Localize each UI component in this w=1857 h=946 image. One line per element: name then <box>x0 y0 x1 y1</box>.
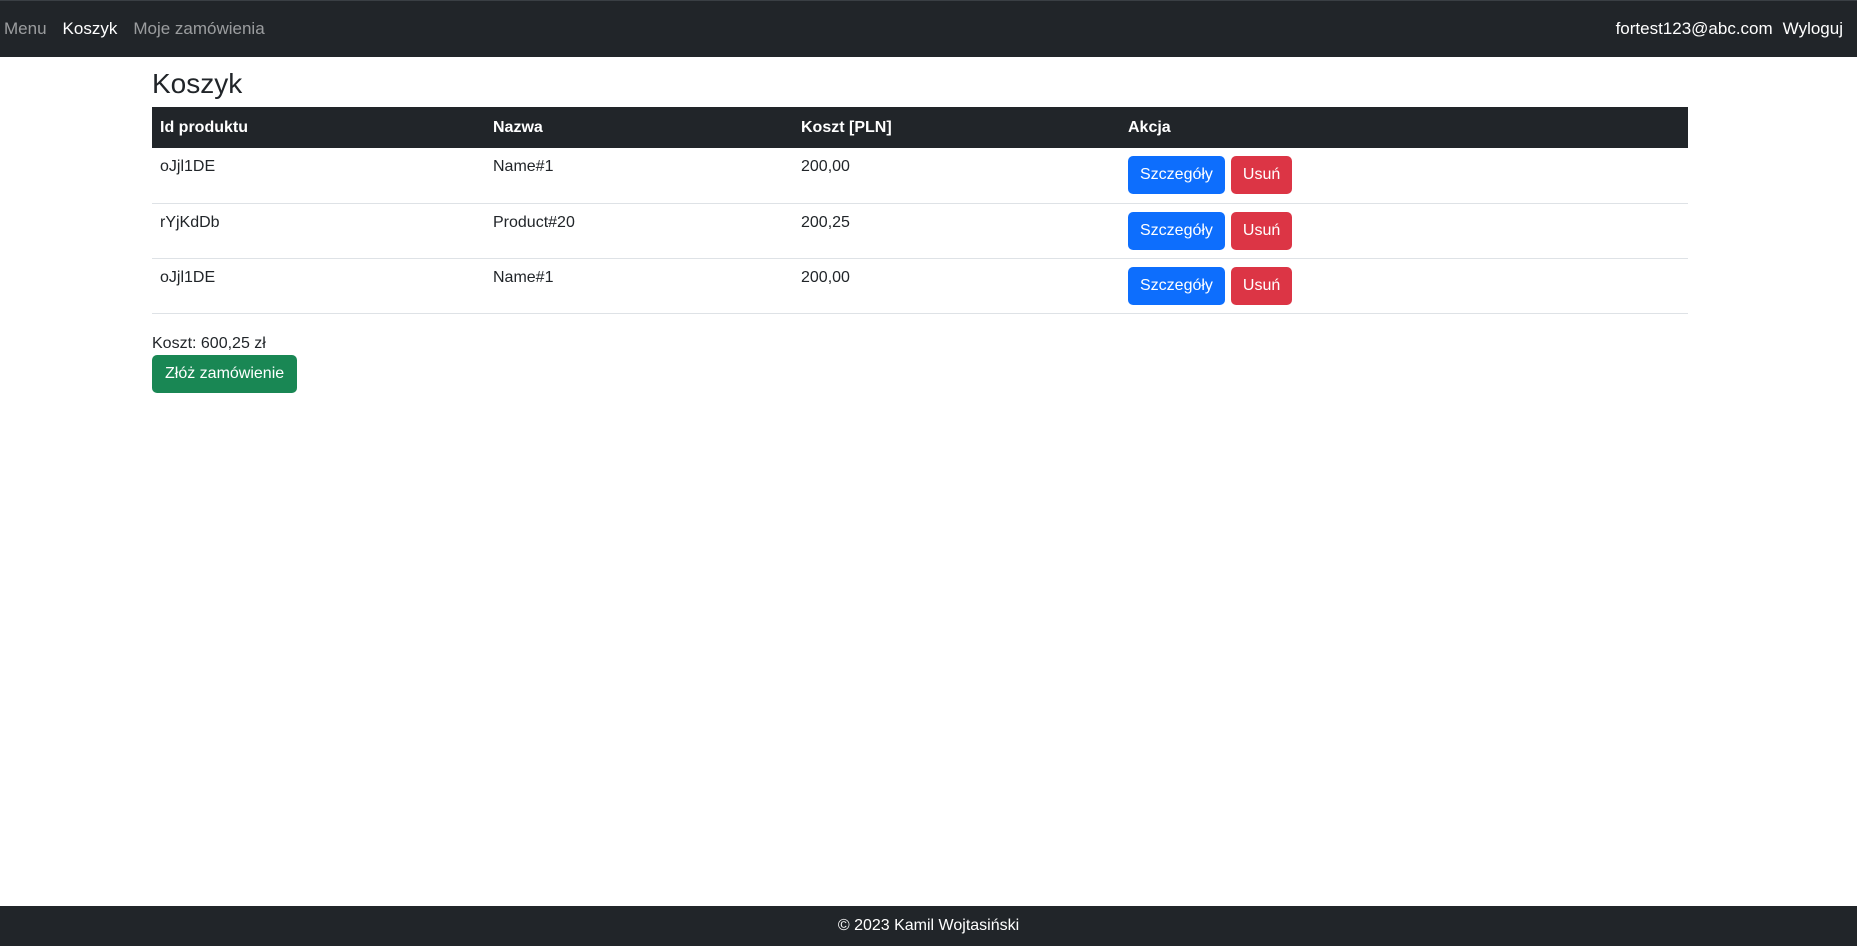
nav-user-area: fortest123@abc.com Wyloguj <box>1616 19 1857 39</box>
table-row: oJjl1DE Name#1 200,00 Szczegóły Usuń <box>152 148 1688 204</box>
top-navbar: Menu Koszyk Moje zamówienia fortest123@a… <box>0 0 1857 57</box>
details-button[interactable]: Szczegóły <box>1128 266 1225 305</box>
cart-table-body: oJjl1DE Name#1 200,00 Szczegóły Usuń rYjK… <box>152 148 1688 314</box>
nav-links: Menu Koszyk Moje zamówienia <box>0 19 281 39</box>
cell-name: Product#20 <box>485 203 793 259</box>
header-id: Id produktu <box>152 107 485 148</box>
cell-id: oJjl1DE <box>152 148 485 204</box>
cell-id: oJjl1DE <box>152 258 485 314</box>
footer-copyright: © 2023 Kamil Wojtasiński <box>837 917 1020 934</box>
cart-total: Koszt: 600,25 zł <box>152 334 266 352</box>
user-email: fortest123@abc.com <box>1615 19 1773 38</box>
table-row: rYjKdDb Product#20 200,25 Szczegóły Usuń <box>152 203 1688 259</box>
nav-link-koszyk[interactable]: Koszyk <box>63 19 118 39</box>
cell-name: Name#1 <box>485 258 793 314</box>
page-footer: © 2023 Kamil Wojtasiński <box>0 906 1857 946</box>
cart-table: Id produktu Nazwa Koszt [PLN] Akcja oJjl… <box>152 107 1688 314</box>
header-cost: Koszt [PLN] <box>793 107 1120 148</box>
cell-actions: Szczegóły Usuń <box>1120 258 1688 314</box>
cell-cost: 200,00 <box>793 258 1120 314</box>
remove-button[interactable]: Usuń <box>1230 266 1293 305</box>
cell-id: rYjKdDb <box>152 203 485 259</box>
order-actions: Złóż zamówienie <box>152 354 1688 393</box>
nav-link-moje-zamowienia[interactable]: Moje zamówienia <box>133 19 264 39</box>
remove-button[interactable]: Usuń <box>1230 211 1293 250</box>
nav-link-menu[interactable]: Menu <box>4 19 47 39</box>
details-button[interactable]: Szczegóły <box>1128 156 1225 195</box>
place-order-button[interactable]: Złóż zamówienie <box>152 354 298 393</box>
details-button[interactable]: Szczegóły <box>1128 211 1225 250</box>
cell-cost: 200,25 <box>793 203 1120 259</box>
header-action: Akcja <box>1120 107 1688 148</box>
table-row: oJjl1DE Name#1 200,00 Szczegóły Usuń <box>152 258 1688 314</box>
header-name: Nazwa <box>485 107 793 148</box>
cell-cost: 200,00 <box>793 148 1120 204</box>
cell-name: Name#1 <box>485 148 793 204</box>
cell-actions: Szczegóły Usuń <box>1120 148 1688 204</box>
page-title: Koszyk <box>152 68 243 99</box>
logout-link[interactable]: Wyloguj <box>1783 19 1843 39</box>
remove-button[interactable]: Usuń <box>1230 156 1293 195</box>
cell-actions: Szczegóły Usuń <box>1120 203 1688 259</box>
cart-table-header: Id produktu Nazwa Koszt [PLN] Akcja <box>152 107 1688 148</box>
main-content: Koszyk Id produktu Nazwa Koszt [PLN] Akc… <box>152 57 1688 393</box>
